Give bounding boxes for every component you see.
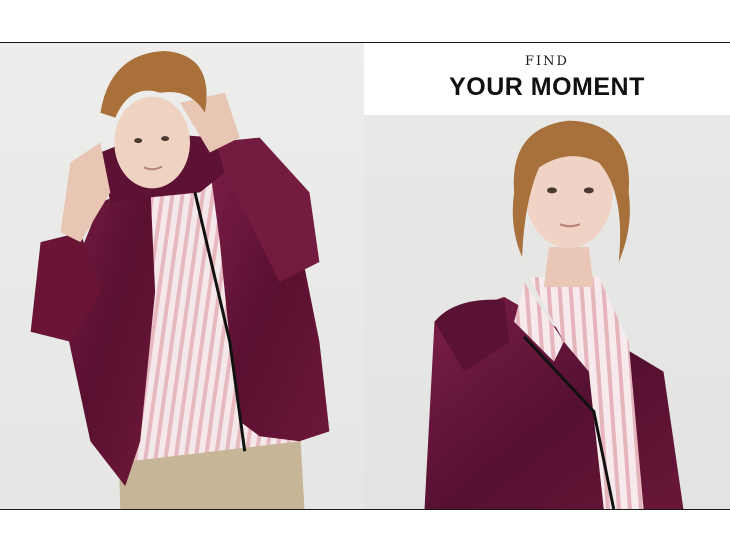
headline-title: YOUR MOMENT (449, 73, 645, 101)
headline-box: FIND YOUR MOMENT (364, 43, 730, 115)
model-left-illustration (30, 50, 330, 509)
model-photo-left (0, 43, 364, 509)
headline-kicker: FIND (525, 54, 569, 69)
banner-frame: FIND YOUR MOMENT (0, 42, 730, 510)
